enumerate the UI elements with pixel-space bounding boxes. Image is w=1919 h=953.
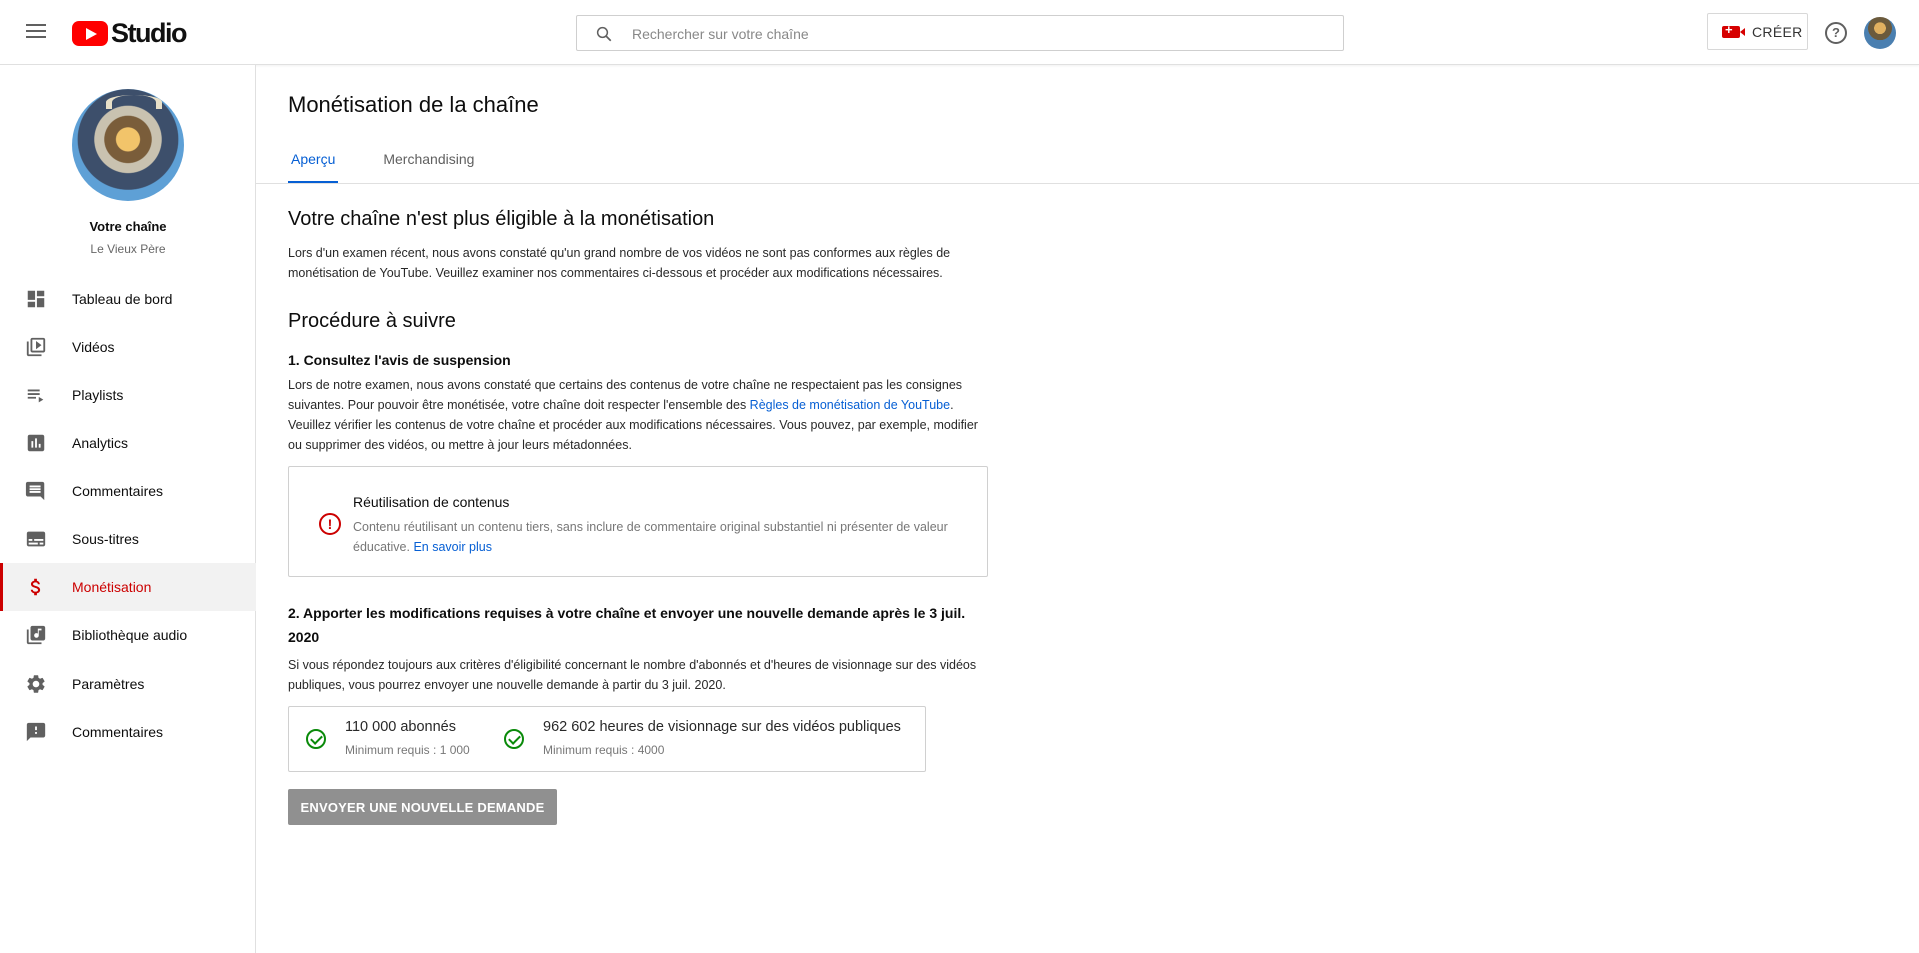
channel-label: Votre chaîne [89,219,167,234]
search-bar[interactable] [576,15,1344,51]
playlists-icon [24,383,48,407]
tabs-divider [256,183,1919,184]
intro-text: Lors d'un examen récent, nous avons cons… [288,246,951,280]
sidebar-item-videos[interactable]: Vidéos [0,323,256,371]
account-avatar[interactable] [1864,17,1896,49]
step1-text: Lors de notre examen, nous avons constat… [288,375,988,455]
sidebar-item-feedback[interactable]: Commentaires [0,708,256,756]
dashboard-icon [24,287,48,311]
watch-hours-value: 962 602 heures de visionnage sur des vid… [543,719,901,735]
violation-description: Contenu réutilisant un contenu tiers, sa… [353,517,953,557]
sidebar-item-label: Analytics [72,435,129,451]
sidebar-item-label: Commentaires [72,483,164,499]
monetization-policies-link[interactable]: Règles de monétisation de YouTube [750,398,950,412]
sidebar-item-label: Paramètres [72,676,145,692]
tab-overview[interactable]: Aperçu [288,143,339,184]
sidebar-item-dashboard[interactable]: Tableau de bord [0,275,256,323]
sidebar-item-label: Playlists [72,387,124,403]
sidebar-item-comments[interactable]: Commentaires [0,467,256,515]
sidebar-item-label: Bibliothèque audio [72,627,188,643]
help-icon[interactable]: ? [1825,22,1847,44]
search-input[interactable] [632,23,1322,45]
sidebar-item-label: Sous-titres [72,531,139,547]
channel-name: Le Vieux Père [90,242,166,256]
sidebar-item-label: Monétisation [72,579,152,595]
create-button[interactable]: CRÉER [1707,13,1808,50]
channel-avatar[interactable] [72,89,184,201]
page-title: Monétisation de la chaîne [288,92,539,117]
logo-text: Studio [111,17,187,48]
dollar-icon [24,575,48,599]
submit-new-request-button[interactable]: ENVOYER UNE NOUVELLE DEMANDE [288,789,557,825]
subtitles-icon [24,527,48,551]
sidebar-item-analytics[interactable]: Analytics [0,419,256,467]
tab-merchandising[interactable]: Merchandising [380,143,477,183]
sidebar-item-playlists[interactable]: Playlists [0,371,256,419]
sidebar-item-subtitles[interactable]: Sous-titres [0,515,256,563]
gear-icon [24,672,48,696]
step2-text: Si vous répondez toujours aux critères d… [288,658,977,692]
sidebar: Votre chaîne Le Vieux Père Tableau de bo… [0,65,256,953]
violation-card: ! Réutilisation de contenus Contenu réut… [288,466,988,577]
search-icon [596,26,612,42]
tab-bar: Aperçu Merchandising [288,143,519,184]
youtube-play-icon [72,20,108,46]
subscribers-value: 110 000 abonnés [345,719,457,735]
sidebar-item-label: Tableau de bord [72,291,173,307]
hamburger-menu-icon[interactable] [20,20,52,46]
error-icon: ! [319,513,341,535]
check-circle-icon [504,729,524,749]
feedback-icon [24,720,48,744]
sidebar-item-label: Commentaires [72,724,164,740]
video-camera-icon [1722,22,1745,38]
subscribers-minimum: Minimum requis : 1 000 [345,743,470,757]
violation-title: Réutilisation de contenus [353,494,510,510]
videos-icon [24,335,48,359]
sidebar-item-monetization[interactable]: Monétisation [0,563,256,611]
comments-icon [24,479,48,503]
step2-title: 2. Apporter les modifications requises à… [288,605,966,645]
learn-more-link[interactable]: En savoir plus [413,540,492,554]
ineligible-heading: Votre chaîne n'est plus éligible à la mo… [288,208,715,230]
step1-title: 1. Consultez l'avis de suspension [288,352,511,368]
check-circle-icon [306,729,326,749]
procedure-heading: Procédure à suivre [288,310,456,332]
audio-library-icon [24,623,48,647]
watch-hours-minimum: Minimum requis : 4000 [543,743,665,757]
sidebar-item-audio-library[interactable]: Bibliothèque audio [0,611,256,659]
sidebar-item-label: Vidéos [72,339,115,355]
top-bar: Studio CRÉER ? [0,0,1919,65]
studio-logo[interactable]: Studio [72,17,187,48]
create-button-label: CRÉER [1752,23,1803,40]
sidebar-item-settings[interactable]: Paramètres [0,660,256,708]
eligibility-stats: 110 000 abonnés Minimum requis : 1 000 9… [288,706,926,772]
sidebar-nav: Tableau de bord Vidéos Playlists Analyti… [0,275,256,659]
analytics-icon [24,431,48,455]
